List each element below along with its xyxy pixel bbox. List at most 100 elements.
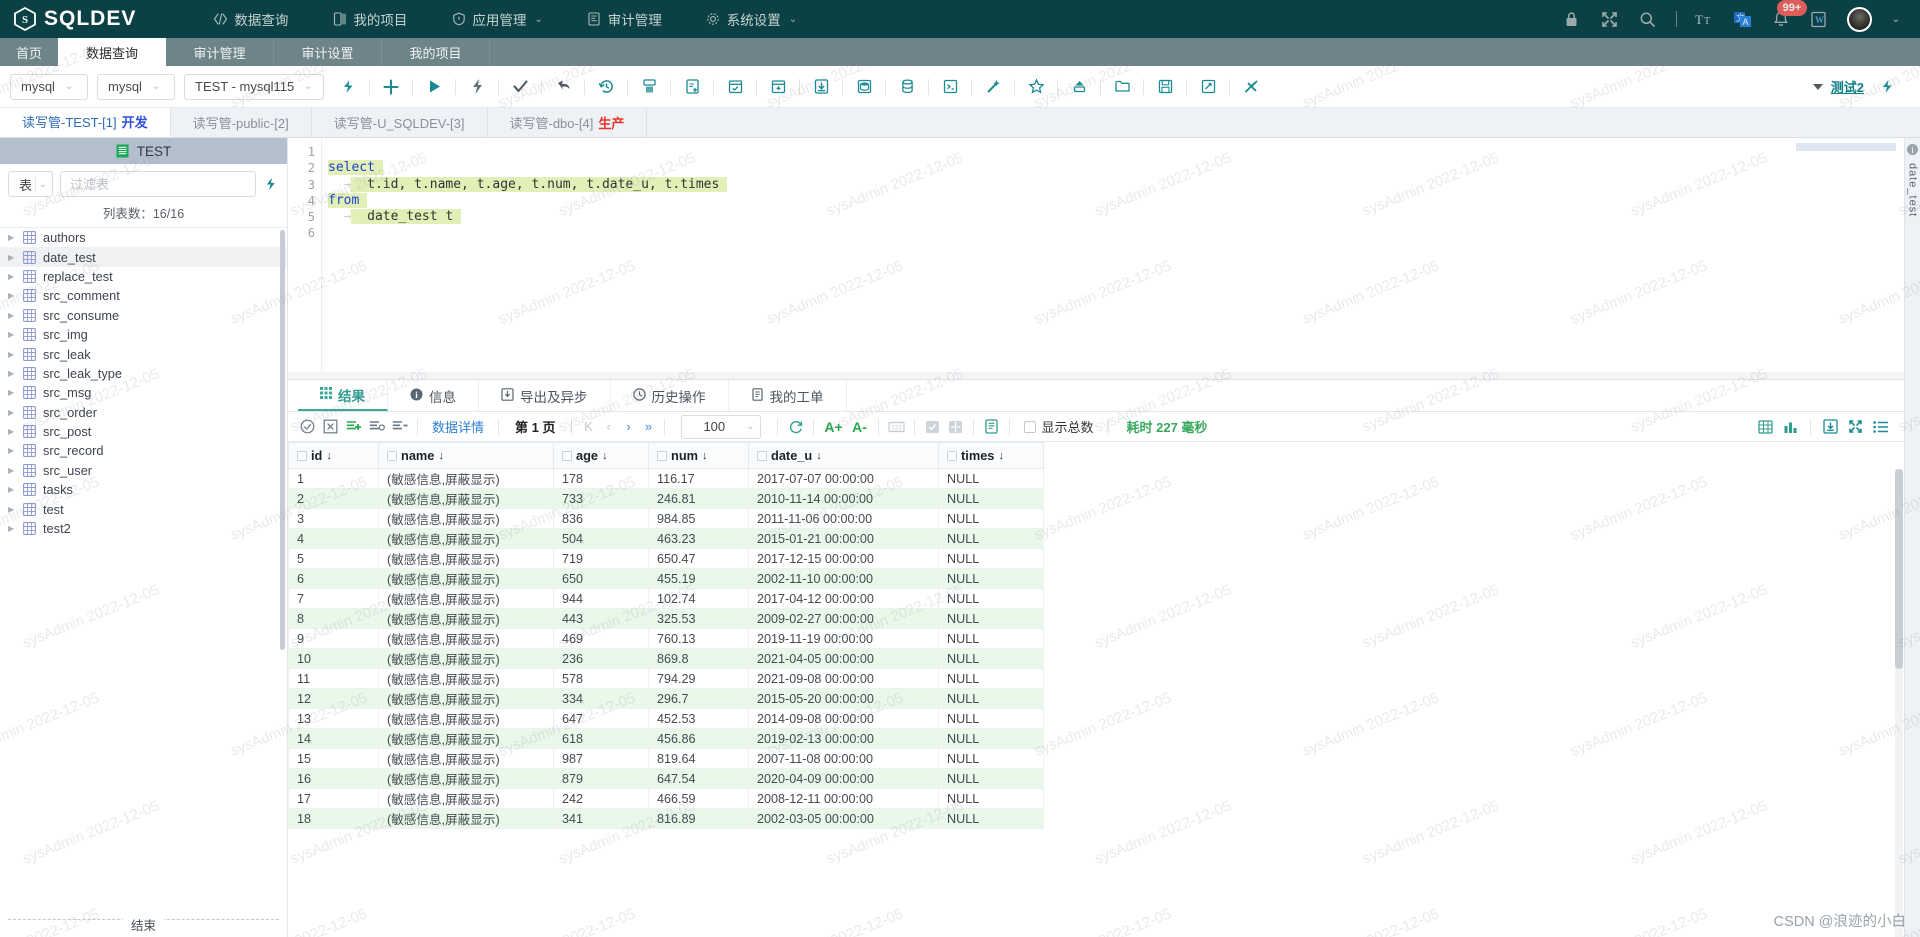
table-cell[interactable]: 2020-04-09 00:00:00 bbox=[748, 768, 939, 789]
table-tree-item[interactable]: ▶ src_consume bbox=[0, 306, 287, 325]
table-cell[interactable]: 443 bbox=[553, 608, 649, 629]
list-view-icon[interactable] bbox=[1869, 415, 1892, 438]
bell-icon[interactable]: 99+ bbox=[1771, 0, 1808, 29]
results-tab-info[interactable]: i 信息 bbox=[388, 380, 479, 411]
module-tab-my-project[interactable]: 我的项目 bbox=[382, 38, 491, 66]
row-index-cell[interactable]: 18 bbox=[288, 808, 379, 829]
row-index-cell[interactable]: 9 bbox=[288, 628, 379, 649]
table-row[interactable]: 18 (敏感信息,屏蔽显示) 341 816.89 2002-03-05 00:00:0… bbox=[288, 808, 1904, 829]
expand-arrow-icon[interactable]: ▶ bbox=[8, 446, 16, 455]
expand-arrow-icon[interactable]: ▶ bbox=[8, 427, 16, 436]
row-index-cell[interactable]: 6 bbox=[288, 568, 379, 589]
upload-icon[interactable] bbox=[1064, 72, 1094, 102]
table-cell[interactable]: 819.64 bbox=[648, 748, 749, 769]
table-row[interactable]: 13 (敏感信息,屏蔽显示) 647 452.53 2014-09-08 00:00:0… bbox=[288, 708, 1904, 729]
table-row[interactable]: 2 (敏感信息,屏蔽显示) 733 246.81 2010-11-14 00:00:00… bbox=[288, 488, 1904, 509]
module-tab-audit-management[interactable]: 审计管理 bbox=[166, 38, 275, 66]
expand-arrow-icon[interactable]: ▶ bbox=[8, 505, 16, 514]
table-tree-item[interactable]: ▶ test2 bbox=[0, 519, 287, 538]
table-cell[interactable]: 102.74 bbox=[648, 588, 749, 609]
code-line[interactable]: → t.id, t.name, t.age, t.num, t.date_u, … bbox=[322, 176, 1904, 193]
merge-cell-icon[interactable] bbox=[944, 415, 967, 438]
table-cell[interactable]: NULL bbox=[938, 608, 1044, 629]
session-tab-test[interactable]: 读写管-TEST-[1] 开发 bbox=[0, 108, 171, 137]
table-row[interactable]: 5 (敏感信息,屏蔽显示) 719 650.47 2017-12-15 00:00:00… bbox=[288, 548, 1904, 569]
table-cell[interactable]: 879 bbox=[553, 768, 649, 789]
table-cell[interactable]: 236 bbox=[553, 648, 649, 669]
table-row[interactable]: 6 (敏感信息,屏蔽显示) 650 455.19 2002-11-10 00:00:00… bbox=[288, 568, 1904, 589]
sort-arrow-icon[interactable]: ↓ bbox=[998, 450, 1004, 462]
table-cell[interactable]: (敏感信息,屏蔽显示) bbox=[378, 728, 554, 749]
table-cell[interactable]: NULL bbox=[938, 768, 1044, 789]
column-header-num[interactable]: num ↓ bbox=[648, 442, 749, 469]
column-checkbox[interactable] bbox=[387, 450, 397, 461]
table-cell[interactable]: 647.54 bbox=[648, 768, 749, 789]
table-cell[interactable]: 2017-07-07 00:00:00 bbox=[748, 468, 939, 489]
table-cell[interactable]: (敏感信息,屏蔽显示) bbox=[378, 688, 554, 709]
row-index-cell[interactable]: 1 bbox=[288, 468, 379, 489]
expand-arrow-icon[interactable]: ▶ bbox=[8, 272, 16, 281]
column-header-times[interactable]: times ↓ bbox=[938, 442, 1044, 469]
row-add-icon[interactable] bbox=[342, 415, 365, 438]
calendar-check-icon[interactable] bbox=[720, 72, 750, 102]
table-tree-item[interactable]: ▶ src_post bbox=[0, 422, 287, 441]
history-icon[interactable] bbox=[591, 72, 621, 102]
next-page-button[interactable]: › bbox=[618, 419, 638, 434]
workspace-link[interactable]: 测试2 bbox=[1831, 77, 1864, 96]
table-tree-item[interactable]: ▶ src_order bbox=[0, 403, 287, 422]
table-view-icon[interactable] bbox=[1754, 415, 1777, 438]
prev-page-button[interactable]: ‹ bbox=[598, 419, 618, 434]
number-icon[interactable]: 123 bbox=[885, 415, 908, 438]
translate-icon[interactable]: 文A bbox=[1733, 9, 1753, 29]
table-cell[interactable]: (敏感信息,屏蔽显示) bbox=[378, 468, 554, 489]
table-cell[interactable]: 2008-12-11 00:00:00 bbox=[748, 788, 939, 809]
table-row[interactable]: 17 (敏感信息,屏蔽显示) 242 466.59 2008-12-11 00:00:0… bbox=[288, 788, 1904, 809]
table-tree-item[interactable]: ▶ src_comment bbox=[0, 286, 287, 305]
word-doc-icon[interactable]: W bbox=[1809, 9, 1829, 29]
session-tab-dbo[interactable]: 读写管-dbo-[4] 生产 bbox=[488, 108, 648, 137]
table-row[interactable]: 9 (敏感信息,屏蔽显示) 469 760.13 2019-11-19 00:00:00… bbox=[288, 628, 1904, 649]
nav-item-app-management[interactable]: 应用管理 ⌄ bbox=[429, 0, 564, 38]
table-cell[interactable]: 2017-12-15 00:00:00 bbox=[748, 548, 939, 569]
expand-arrow-icon[interactable]: ▶ bbox=[8, 524, 16, 533]
sort-arrow-icon[interactable]: ↓ bbox=[326, 450, 332, 462]
fullscreen-icon[interactable] bbox=[1600, 9, 1620, 29]
table-cell[interactable]: 836 bbox=[553, 508, 649, 529]
table-cell[interactable]: (敏感信息,屏蔽显示) bbox=[378, 528, 554, 549]
add-icon[interactable] bbox=[376, 72, 406, 102]
table-cell[interactable]: 2009-02-27 00:00:00 bbox=[748, 608, 939, 629]
row-index-cell[interactable]: 4 bbox=[288, 528, 379, 549]
table-cell[interactable]: 341 bbox=[553, 808, 649, 829]
column-header-age[interactable]: age ↓ bbox=[553, 442, 649, 469]
commit-icon[interactable] bbox=[296, 415, 319, 438]
table-cell[interactable]: 987 bbox=[553, 748, 649, 769]
table-cell[interactable]: 2010-11-14 00:00:00 bbox=[748, 488, 939, 509]
table-cell[interactable]: NULL bbox=[938, 528, 1044, 549]
results-tab-export[interactable]: 导出及异步 bbox=[479, 380, 611, 411]
expand-arrow-icon[interactable]: ▶ bbox=[8, 291, 16, 300]
module-tab-data-query[interactable]: 数据查询 bbox=[58, 38, 167, 66]
table-tree-item[interactable]: ▶ test bbox=[0, 499, 287, 518]
row-index-cell[interactable]: 12 bbox=[288, 688, 379, 709]
check-icon[interactable] bbox=[505, 72, 535, 102]
table-row[interactable]: 8 (敏感信息,屏蔽显示) 443 325.53 2009-02-27 00:00:00… bbox=[288, 608, 1904, 629]
row-index-cell[interactable]: 16 bbox=[288, 768, 379, 789]
table-cell[interactable]: 2007-11-08 00:00:00 bbox=[748, 748, 939, 769]
table-cell[interactable]: 2002-11-10 00:00:00 bbox=[748, 568, 939, 589]
table-cell[interactable]: 2011-11-06 00:00:00 bbox=[748, 508, 939, 529]
column-checkbox[interactable] bbox=[757, 450, 767, 461]
table-cell[interactable]: (敏感信息,屏蔽显示) bbox=[378, 808, 554, 829]
tools-icon[interactable] bbox=[1236, 72, 1266, 102]
editor-code[interactable]: select → t.id, t.name, t.age, t.num, t.d… bbox=[322, 138, 1904, 379]
table-cell[interactable]: 296.7 bbox=[648, 688, 749, 709]
table-cell[interactable]: NULL bbox=[938, 648, 1044, 669]
table-cell[interactable]: (敏感信息,屏蔽显示) bbox=[378, 668, 554, 689]
font-decrease-button[interactable]: A- bbox=[846, 415, 872, 438]
editor-horizontal-scrollbar[interactable] bbox=[288, 372, 1904, 379]
object-type-select[interactable]: 表 ⌄ bbox=[8, 171, 53, 197]
db-engine-select[interactable]: mysql ⌄ bbox=[97, 73, 175, 100]
table-cell[interactable]: 178 bbox=[553, 468, 649, 489]
folder-open-icon[interactable] bbox=[1107, 72, 1137, 102]
table-cell[interactable]: 647 bbox=[553, 708, 649, 729]
table-cell[interactable]: (敏感信息,屏蔽显示) bbox=[378, 788, 554, 809]
